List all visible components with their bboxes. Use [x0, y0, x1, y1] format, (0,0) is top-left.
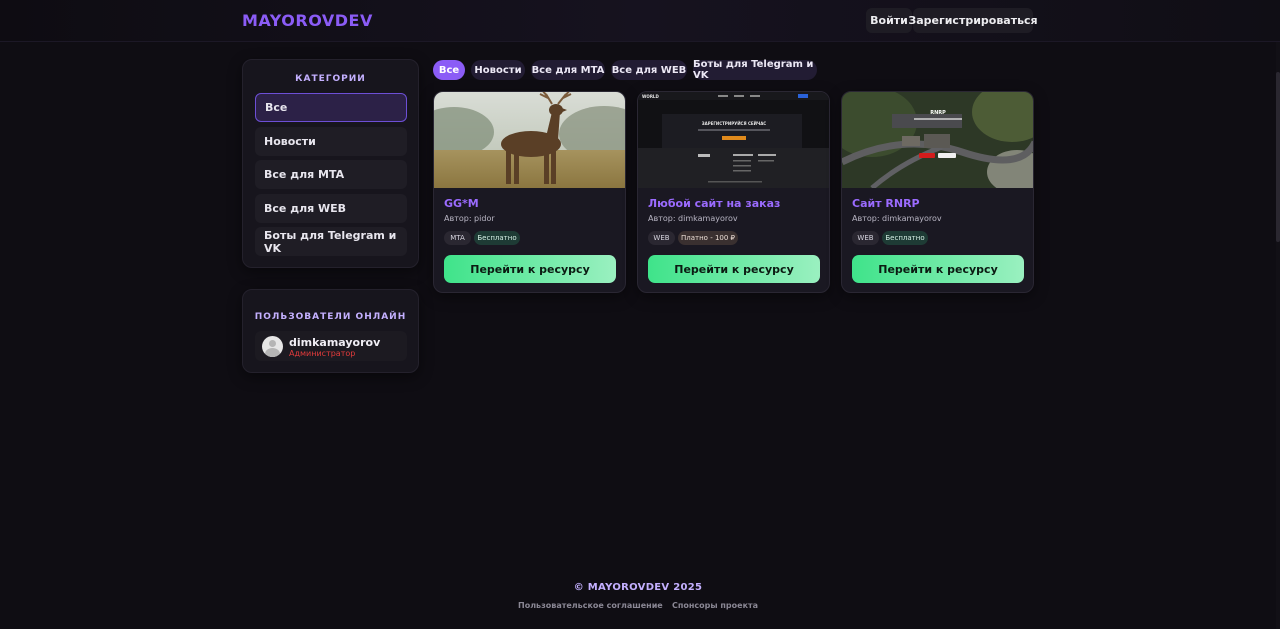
sidebar-item-all[interactable]: Все: [255, 93, 407, 122]
preview-headline-text: ЗАРЕГИСТРИРУЙСЯ СЕЙЧАС: [702, 121, 767, 126]
user-role: Администратор: [289, 349, 356, 358]
card-image-website-preview: WORLD ЗАРЕГИСТРИРУЙСЯ СЕЙЧАС: [638, 92, 829, 188]
filter-web[interactable]: Все для WEB: [611, 60, 687, 80]
sidebar-item-web[interactable]: Все для WEB: [255, 194, 407, 223]
card-author: Автор: pidor: [444, 214, 495, 223]
site-header: MAYOROVDEV Войти Зарегистрироваться: [0, 0, 1280, 42]
card-tag-price: Бесплатно: [882, 231, 928, 245]
card-title[interactable]: Сайт RNRP: [852, 197, 920, 210]
preview-brand-text: RNRP: [930, 110, 946, 116]
scrollbar-thumb[interactable]: [1276, 72, 1280, 242]
categories-panel: КАТЕГОРИИ Все Новости Все для MTA Все дл…: [242, 59, 419, 268]
page-scrollbar[interactable]: [1276, 42, 1280, 629]
card-author: Автор: dimkamayorov: [648, 214, 738, 223]
go-to-resource-button[interactable]: Перейти к ресурсу: [852, 255, 1024, 283]
card-tag-type: MTA: [444, 231, 471, 245]
login-button[interactable]: Войти: [866, 8, 912, 33]
card-image-deer: [434, 92, 625, 188]
preview-brand-text: WORLD: [642, 94, 659, 99]
site-logo[interactable]: MAYOROVDEV: [242, 11, 373, 30]
filter-mta[interactable]: Все для MTA: [531, 60, 605, 80]
sidebar-item-news[interactable]: Новости: [255, 127, 407, 156]
resource-card: RNRP Сайт RNRP Автор: dimkamayorov WEB Б…: [841, 91, 1034, 293]
user-name: dimkamayorov: [289, 336, 381, 349]
go-to-resource-button[interactable]: Перейти к ресурсу: [648, 255, 820, 283]
card-title[interactable]: Любой сайт на заказ: [648, 197, 780, 210]
resource-card: WORLD ЗАРЕГИСТРИРУЙСЯ СЕЙЧАС Любой сайт …: [637, 91, 830, 293]
categories-title: КАТЕГОРИИ: [295, 74, 366, 84]
card-tag-type: WEB: [648, 231, 675, 245]
sidebar-item-mta[interactable]: Все для MTA: [255, 160, 407, 189]
filter-news[interactable]: Новости: [471, 60, 525, 80]
filter-all[interactable]: Все: [433, 60, 465, 80]
card-author: Автор: dimkamayorov: [852, 214, 942, 223]
sidebar-item-bots[interactable]: Боты для Telegram и VK: [255, 227, 407, 256]
card-tag-type: WEB: [852, 231, 879, 245]
go-to-resource-button[interactable]: Перейти к ресурсу: [444, 255, 616, 283]
users-online-title: ПОЛЬЗОВАТЕЛИ ОНЛАЙН: [254, 312, 407, 322]
footer-link-sponsors[interactable]: Спонсоры проекта: [672, 601, 758, 610]
footer-link-user-agreement[interactable]: Пользовательское соглашение: [518, 601, 663, 610]
card-tag-price: Бесплатно: [474, 231, 520, 245]
online-user-row[interactable]: dimkamayorov Администратор: [255, 331, 407, 361]
filter-bots[interactable]: Боты для Telegram и VK: [693, 59, 817, 81]
card-title[interactable]: GG*M: [444, 197, 479, 210]
resource-card: GG*M Автор: pidor MTA Бесплатно Перейти …: [433, 91, 626, 293]
card-tag-price: Платно - 100 ₽: [678, 231, 738, 245]
register-button[interactable]: Зарегистрироваться: [908, 8, 1038, 33]
user-avatar-icon: [262, 336, 283, 357]
users-online-panel: ПОЛЬЗОВАТЕЛИ ОНЛАЙН dimkamayorov Админис…: [242, 289, 419, 373]
footer-copyright: © MAYOROVDEV 2025: [573, 582, 703, 593]
card-image-city-aerial: RNRP: [842, 92, 1033, 188]
